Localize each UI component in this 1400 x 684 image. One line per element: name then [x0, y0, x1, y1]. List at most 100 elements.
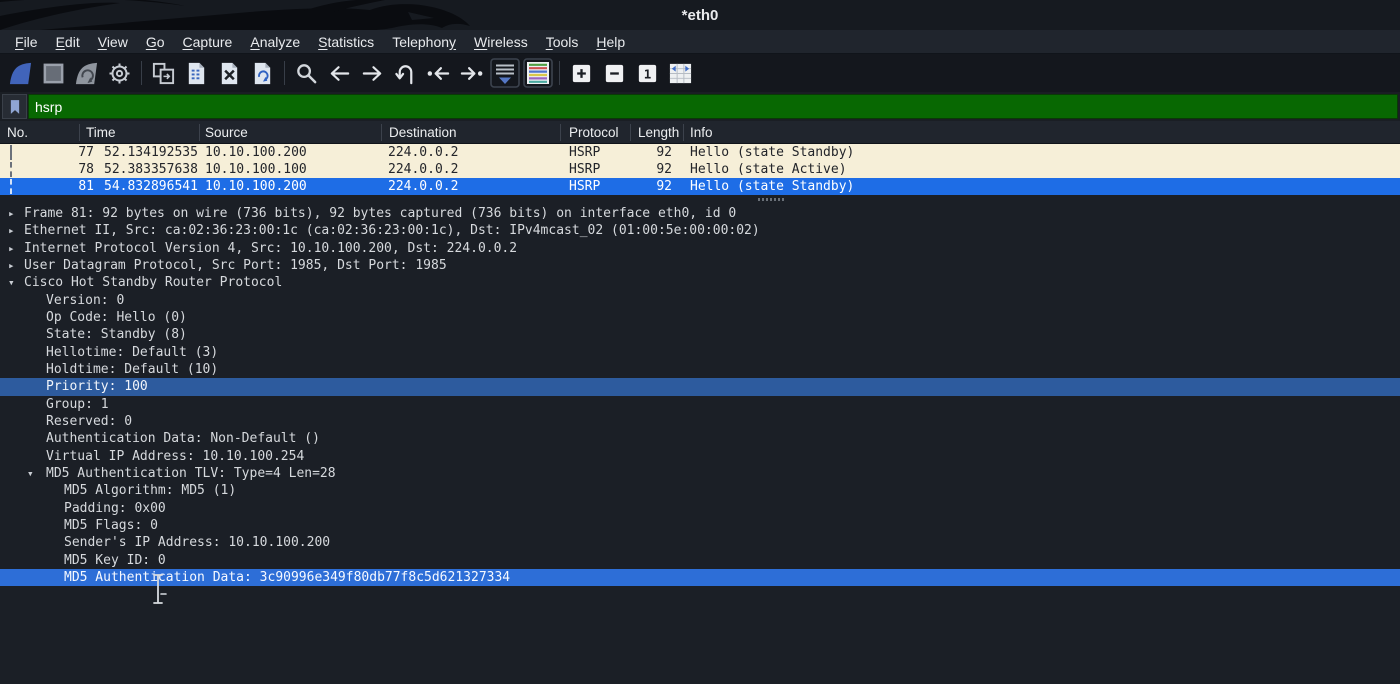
zoom-in-icon[interactable] — [565, 57, 598, 89]
expander-closed-icon[interactable]: ▸ — [8, 257, 15, 274]
cell-info: Hello (state Standby) — [690, 178, 854, 195]
detail-line-8[interactable]: Hellotime: Default (3) — [0, 344, 1400, 361]
go-back-icon[interactable] — [323, 57, 356, 89]
go-to-packet-icon[interactable] — [389, 57, 422, 89]
menu-wireless[interactable]: Wireless — [465, 32, 537, 52]
detail-line-17[interactable]: Padding: 0x00 — [0, 500, 1400, 517]
menu-bar: FileEditViewGoCaptureAnalyzeStatisticsTe… — [0, 30, 1400, 54]
pane-splitter-handle[interactable] — [758, 198, 784, 201]
packet-row-81[interactable]: 8154.83289654110.10.100.200224.0.0.2HSRP… — [0, 178, 1400, 195]
cell-no: 77 — [0, 144, 94, 161]
detail-line-0[interactable]: ▸Frame 81: 92 bytes on wire (736 bits), … — [0, 205, 1400, 222]
detail-text: Reserved: 0 — [46, 413, 132, 430]
menu-file[interactable]: File — [6, 32, 47, 52]
display-filter-input[interactable] — [28, 94, 1398, 119]
detail-line-9[interactable]: Holdtime: Default (10) — [0, 361, 1400, 378]
menu-help[interactable]: Help — [587, 32, 634, 52]
detail-line-11[interactable]: Group: 1 — [0, 396, 1400, 413]
menu-edit[interactable]: Edit — [47, 32, 89, 52]
detail-line-20[interactable]: MD5 Key ID: 0 — [0, 552, 1400, 569]
detail-text: Hellotime: Default (3) — [46, 344, 218, 361]
detail-line-15[interactable]: ▾MD5 Authentication TLV: Type=4 Len=28 — [0, 465, 1400, 482]
detail-text: Version: 0 — [46, 292, 124, 309]
detail-line-14[interactable]: Virtual IP Address: 10.10.100.254 — [0, 448, 1400, 465]
capture-options-icon[interactable] — [103, 57, 136, 89]
column-separator[interactable] — [560, 124, 561, 141]
colorize-icon[interactable] — [521, 57, 554, 89]
restart-capture-icon[interactable] — [70, 57, 103, 89]
auto-scroll-icon[interactable] — [488, 57, 521, 89]
column-header-time[interactable]: Time — [86, 121, 116, 144]
detail-line-16[interactable]: MD5 Algorithm: MD5 (1) — [0, 482, 1400, 499]
open-file-icon[interactable] — [147, 57, 180, 89]
detail-line-4[interactable]: ▾ Cisco Hot Standby Router Protocol — [0, 274, 1400, 291]
column-separator[interactable] — [683, 124, 684, 141]
cell-src: 10.10.100.200 — [205, 178, 307, 195]
detail-line-7[interactable]: State: Standby (8) — [0, 326, 1400, 343]
detail-line-10[interactable]: Priority: 100 — [0, 378, 1400, 395]
menu-statistics[interactable]: Statistics — [309, 32, 383, 52]
cell-dst: 224.0.0.2 — [388, 144, 458, 161]
reload-file-icon[interactable] — [246, 57, 279, 89]
detail-line-5[interactable]: Version: 0 — [0, 292, 1400, 309]
go-last-packet-icon[interactable] — [455, 57, 488, 89]
menu-telephony[interactable]: Telephony — [383, 32, 465, 52]
mouse-cursor — [150, 573, 170, 607]
column-header-source[interactable]: Source — [205, 121, 248, 144]
detail-text: Cisco Hot Standby Router Protocol — [24, 274, 282, 291]
detail-line-18[interactable]: MD5 Flags: 0 — [0, 517, 1400, 534]
zoom-out-icon[interactable] — [598, 57, 631, 89]
detail-line-3[interactable]: ▸User Datagram Protocol, Src Port: 1985,… — [0, 257, 1400, 274]
detail-line-2[interactable]: ▸ Internet Protocol Version 4, Src: 10.10… — [0, 240, 1400, 257]
expander-open-icon[interactable]: ▾ — [8, 274, 15, 291]
expander-closed-icon[interactable]: ▸ — [8, 205, 15, 222]
toolbar-separator — [284, 61, 285, 85]
column-header-length[interactable]: Length — [638, 121, 679, 144]
expander-closed-icon[interactable]: ▸ — [8, 240, 15, 257]
find-packet-icon[interactable] — [290, 57, 323, 89]
packet-details-pane: ▸Frame 81: 92 bytes on wire (736 bits), … — [0, 195, 1400, 684]
detail-line-6[interactable]: Op Code: Hello (0) — [0, 309, 1400, 326]
column-header-info[interactable]: Info — [690, 121, 713, 144]
wireshark-window: *eth0 FileEditViewGoCaptureAnalyzeStatis… — [0, 0, 1400, 684]
save-file-icon[interactable] — [180, 57, 213, 89]
go-first-packet-icon[interactable] — [422, 57, 455, 89]
zoom-normal-icon[interactable]: 1 — [631, 57, 664, 89]
detail-text: MD5 Algorithm: MD5 (1) — [64, 482, 236, 499]
filter-bar — [0, 92, 1400, 121]
menu-tools[interactable]: Tools — [537, 32, 588, 52]
column-header-no[interactable]: No. — [7, 121, 28, 144]
menu-view[interactable]: View — [89, 32, 137, 52]
detail-text: State: Standby (8) — [46, 326, 187, 343]
filter-bookmark-button[interactable] — [2, 94, 27, 119]
menu-analyze[interactable]: Analyze — [241, 32, 309, 52]
menu-capture[interactable]: Capture — [174, 32, 242, 52]
menu-go[interactable]: Go — [137, 32, 174, 52]
cell-no: 78 — [0, 161, 94, 178]
column-header-destination[interactable]: Destination — [389, 121, 457, 144]
packet-list-header[interactable]: No. Time Source Destination Protocol Length In… — [0, 121, 1400, 144]
detail-line-21[interactable]: MD5 Authentication Data: 3c90996e349f80d… — [0, 569, 1400, 586]
close-file-icon[interactable] — [213, 57, 246, 89]
detail-line-19[interactable]: Sender's IP Address: 10.10.100.200 — [0, 534, 1400, 551]
packet-row-78[interactable]: 7852.38335763810.10.100.100224.0.0.2HSRP… — [0, 161, 1400, 178]
detail-text: Internet Protocol Version 4, Src: 10.10.… — [24, 240, 517, 257]
cell-time: 52.134192535 — [104, 144, 198, 161]
start-capture-icon[interactable] — [4, 57, 37, 89]
detail-line-13[interactable]: Authentication Data: Non-Default () — [0, 430, 1400, 447]
svg-text:1: 1 — [644, 66, 652, 81]
resize-columns-icon[interactable] — [664, 57, 697, 89]
column-separator[interactable] — [381, 124, 382, 141]
detail-line-12[interactable]: Reserved: 0 — [0, 413, 1400, 430]
column-separator[interactable] — [79, 124, 80, 141]
stop-capture-icon[interactable] — [37, 57, 70, 89]
column-separator[interactable] — [630, 124, 631, 141]
packet-row-77[interactable]: 7752.13419253510.10.100.200224.0.0.2HSRP… — [0, 144, 1400, 161]
column-separator[interactable] — [199, 124, 200, 141]
expander-open-icon[interactable]: ▾ — [27, 465, 34, 482]
expander-closed-icon[interactable]: ▸ — [8, 222, 15, 239]
column-header-protocol[interactable]: Protocol — [569, 121, 619, 144]
detail-line-1[interactable]: ▸Ethernet II, Src: ca:02:36:23:00:1c (ca… — [0, 222, 1400, 239]
detail-text: Op Code: Hello (0) — [46, 309, 187, 326]
go-forward-icon[interactable] — [356, 57, 389, 89]
